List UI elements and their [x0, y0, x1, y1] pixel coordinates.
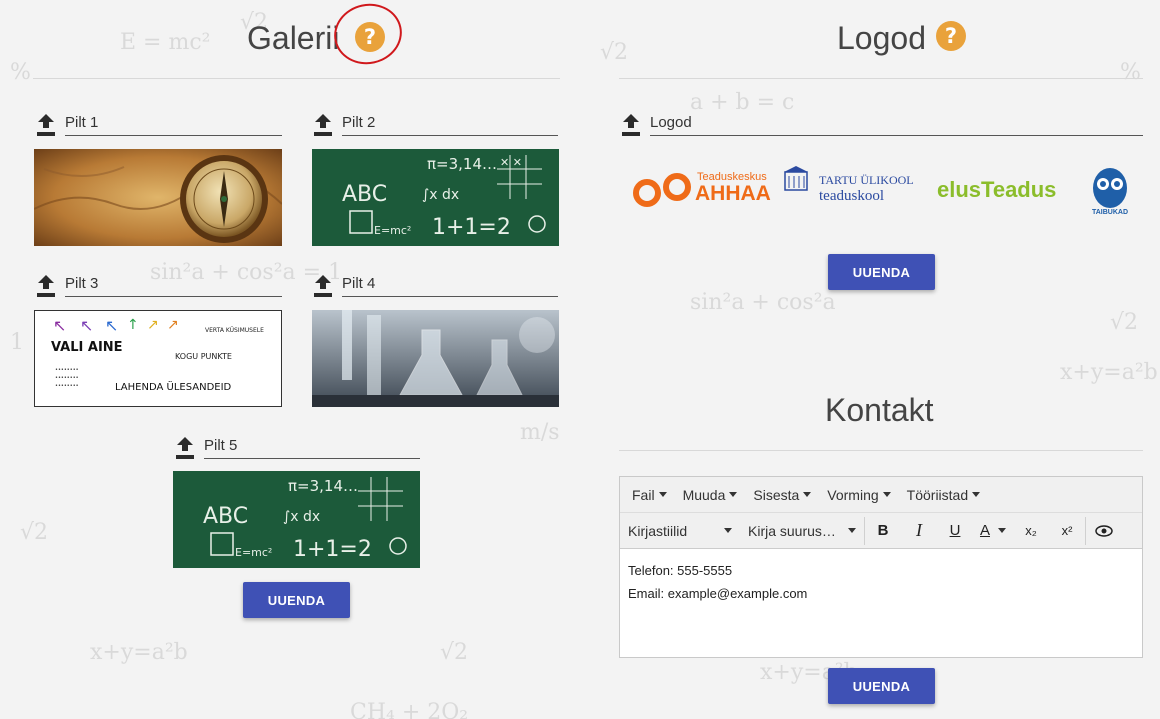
upload-pilt-4[interactable]: Pilt 4: [312, 275, 558, 297]
svg-text:ABC: ABC: [342, 182, 387, 207]
svg-text:1+1=2: 1+1=2: [432, 215, 511, 240]
pilt-4-label: Pilt 4: [342, 275, 558, 297]
contact-phone: Telefon: 555-5555: [628, 563, 733, 578]
svg-text:TAIBUKAD: TAIBUKAD: [1092, 209, 1128, 216]
eye-icon: [1095, 524, 1113, 537]
contact-update-button[interactable]: UUENDA: [828, 668, 935, 704]
chevron-down-icon: [998, 528, 1006, 533]
upload-icon[interactable]: [35, 275, 57, 297]
font-color-button[interactable]: A: [973, 513, 1013, 549]
svg-text:AHHAA: AHHAA: [695, 182, 771, 205]
chevron-down-icon: [658, 492, 667, 497]
logos-divider: [619, 78, 1143, 79]
upload-icon[interactable]: [312, 275, 334, 297]
logos-update-button[interactable]: UUENDA: [828, 254, 935, 290]
chevron-down-icon: [803, 492, 812, 497]
upload-pilt-1[interactable]: Pilt 1: [35, 114, 282, 136]
svg-text:elusTeadus: elusTeadus: [937, 177, 1056, 202]
svg-text:↗: ↗: [147, 317, 159, 333]
preview-button[interactable]: [1086, 513, 1122, 549]
svg-text:1+1=2: 1+1=2: [293, 537, 372, 562]
contact-editor[interactable]: Fail Muuda Sisesta Vorming Tööriistad Ki…: [619, 476, 1143, 658]
editor-menubar: Fail Muuda Sisesta Vorming Tööriistad: [620, 477, 1142, 513]
chevron-down-icon: [882, 492, 891, 497]
svg-text:↖: ↖: [80, 316, 93, 335]
gallery-title: Galerii: [247, 20, 340, 56]
logo-taibukad: TAIBUKAD: [1085, 164, 1135, 224]
upload-pilt-2[interactable]: Pilt 2: [312, 114, 558, 136]
svg-text:π=3,14…: π=3,14…: [288, 477, 358, 495]
menu-vorming[interactable]: Vorming: [819, 487, 898, 503]
svg-text:KOGU PUNKTE: KOGU PUNKTE: [175, 352, 232, 361]
svg-text:E=mc²: E=mc²: [235, 546, 272, 559]
upload-icon[interactable]: [35, 114, 57, 136]
svg-text:teaduskool: teaduskool: [819, 188, 884, 204]
upload-icon[interactable]: [174, 437, 196, 459]
chevron-down-icon: [724, 528, 732, 533]
logod-label: Logod: [650, 114, 1143, 136]
menu-fail[interactable]: Fail: [624, 487, 675, 503]
pilt-4-image: [312, 310, 559, 407]
menu-muuda[interactable]: Muuda: [675, 487, 746, 503]
svg-text:↑: ↑: [127, 317, 139, 333]
svg-text:VALI AINE: VALI AINE: [51, 340, 123, 355]
contact-email: Email: example@example.com: [628, 586, 808, 601]
editor-content[interactable]: Telefon: 555-5555 Email: example@example…: [620, 549, 1142, 615]
pilt-1-image: [34, 149, 282, 246]
svg-text:E=mc²: E=mc²: [374, 224, 411, 237]
svg-text:••••••••: ••••••••: [55, 367, 79, 373]
svg-text:VERTA KÜSIMUSELE: VERTA KÜSIMUSELE: [205, 327, 264, 334]
svg-text:↖: ↖: [105, 316, 118, 335]
svg-text:••••••••: ••••••••: [55, 375, 79, 381]
gallery-divider: [33, 78, 560, 79]
contact-divider: [619, 450, 1143, 451]
chevron-down-icon: [729, 492, 738, 497]
pilt-1-label: Pilt 1: [65, 114, 282, 136]
pilt-5-image: π=3,14… ABC ∫x dx 1+1=2 E=mc²: [173, 471, 420, 568]
pilt-2-label: Pilt 2: [342, 114, 558, 136]
gallery-update-button[interactable]: UUENDA: [243, 582, 350, 618]
pilt-2-image: π=3,14… ABC ∫x dx 1+1=2 E=mc² ✕ ✕: [312, 149, 559, 246]
upload-pilt-5[interactable]: Pilt 5: [174, 437, 420, 459]
pilt-3-label: Pilt 3: [65, 275, 282, 297]
subscript-button[interactable]: x₂: [1013, 513, 1049, 549]
upload-pilt-3[interactable]: Pilt 3: [35, 275, 282, 297]
underline-button[interactable]: U: [937, 513, 973, 549]
italic-button[interactable]: I: [901, 513, 937, 549]
upload-logod[interactable]: Logod: [620, 114, 1143, 136]
font-color-icon: A: [979, 522, 990, 539]
menu-tooriistad[interactable]: Tööriistad: [899, 487, 988, 503]
font-size-select[interactable]: Kirja suurus…: [740, 523, 864, 539]
bold-button[interactable]: B: [865, 513, 901, 549]
svg-text:π=3,14…: π=3,14…: [427, 155, 497, 173]
logo-elus-teadus: elusTeadus: [935, 170, 1070, 206]
logos-help-icon[interactable]: ?: [936, 21, 966, 51]
annotation-circle: [328, 0, 408, 71]
chevron-down-icon: [972, 492, 981, 497]
contact-title: Kontakt: [825, 392, 934, 428]
superscript-button[interactable]: x²: [1049, 513, 1085, 549]
svg-text:∫x dx: ∫x dx: [422, 187, 459, 203]
pilt-3-image: ↖ ↖ ↖ ↑ ↗ ↗ VERTA KÜSIMUSELE VALI AINE K…: [34, 310, 282, 407]
pilt-5-label: Pilt 5: [204, 437, 420, 459]
logos-title: Logod: [837, 20, 926, 56]
chevron-down-icon: [848, 528, 856, 533]
upload-icon[interactable]: [312, 114, 334, 136]
svg-text:LAHENDA ÜLESANDEID: LAHENDA ÜLESANDEID: [115, 380, 232, 393]
svg-text:↗: ↗: [167, 317, 179, 333]
upload-icon[interactable]: [620, 114, 642, 136]
svg-text:••••••••: ••••••••: [55, 383, 79, 389]
svg-text:TARTU ÜLIKOOL: TARTU ÜLIKOOL: [819, 173, 914, 187]
menu-sisesta[interactable]: Sisesta: [745, 487, 819, 503]
font-family-select[interactable]: Kirjastiilid: [620, 523, 740, 539]
editor-toolbar: Kirjastiilid Kirja suurus… B I U A x₂ x²: [620, 513, 1142, 549]
svg-text:↖: ↖: [53, 316, 66, 335]
svg-text:✕ ✕: ✕ ✕: [500, 156, 522, 169]
svg-text:ABC: ABC: [203, 504, 248, 529]
logo-ahhaa: Teaduskeskus AHHAA: [633, 165, 775, 211]
svg-text:∫x dx: ∫x dx: [283, 509, 320, 525]
logo-tartu-ulikool: TARTU ÜLIKOOL teaduskool: [783, 166, 925, 206]
